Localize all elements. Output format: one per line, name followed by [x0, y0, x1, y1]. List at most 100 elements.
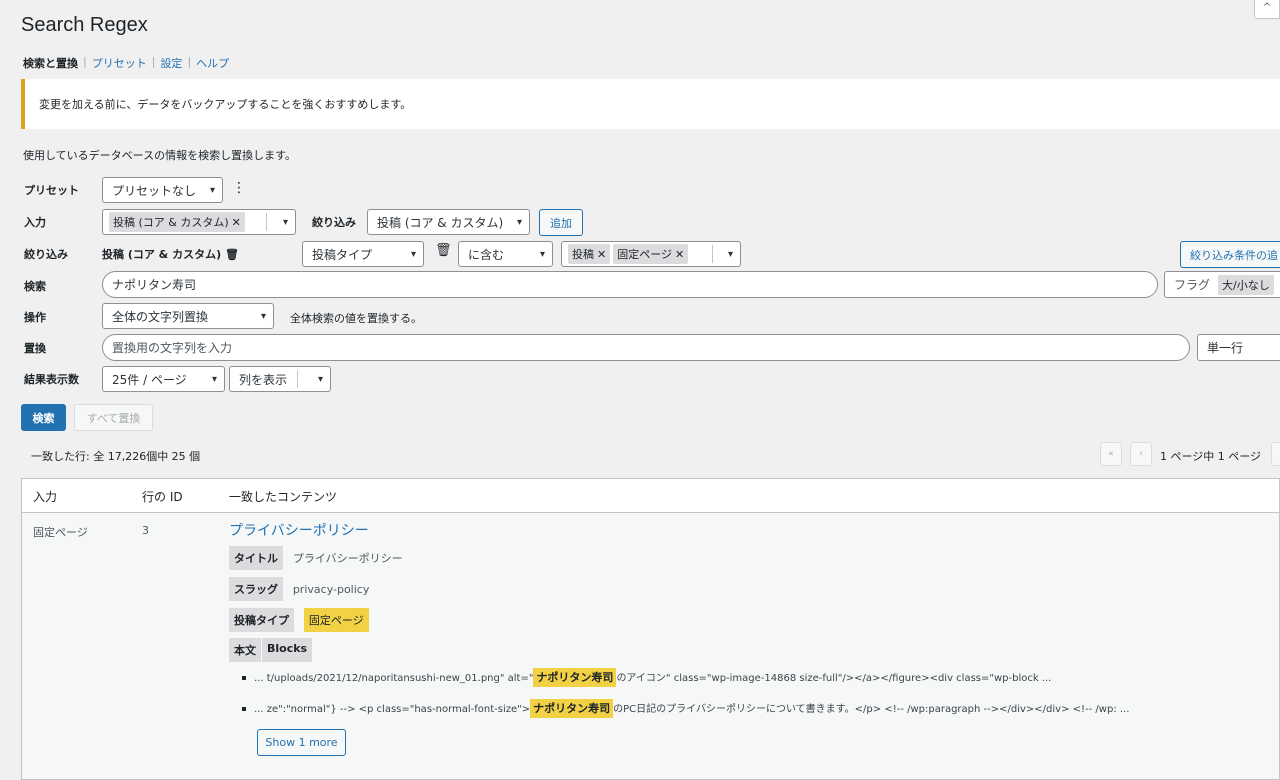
col-matched-content: 一致したコンテンツ [229, 490, 338, 504]
close-icon[interactable]: ✕ [675, 248, 684, 261]
replace-mode-select[interactable]: 単一行 [1197, 334, 1280, 361]
filter-field-select[interactable]: 投稿タイプ ▾ [302, 241, 424, 267]
results-per-page-select[interactable]: 25件 / ページ ▾ [102, 366, 225, 392]
first-page-button[interactable]: « [1100, 442, 1122, 466]
matched-text[interactable]: ナポリタン寿司 [530, 699, 614, 718]
results-per-page-value: 25件 / ページ [112, 372, 187, 387]
title-field: タイトル プライバシーポリシー [229, 546, 403, 570]
match-snippet: ... t/uploads/2021/12/naporitansushi-new… [242, 668, 1051, 687]
match-snippet: ... ze":"normal"} --> <p class="has-norm… [242, 699, 1130, 718]
prev-page-button[interactable]: ‹ [1130, 442, 1152, 466]
page-indicator: 1 ページ中 1 ページ [1160, 450, 1262, 463]
page-title: Search Regex [21, 14, 148, 36]
chevron-down-icon: ▾ [727, 249, 733, 260]
filter-source-value: 投稿 (コア & カスタム) [377, 215, 504, 230]
field-label-title: タイトル [229, 546, 283, 570]
filter-tag-post: 投稿 ✕ [568, 244, 611, 264]
select-divider [266, 213, 267, 231]
trash-icon[interactable]: 🗑 [435, 243, 452, 258]
filter-source-text: 投稿 (コア & カスタム) [102, 248, 222, 261]
slug-field: スラッグ privacy-policy [229, 577, 369, 601]
filter-field-value: 投稿タイプ [312, 247, 373, 262]
col-source: 入力 [33, 490, 58, 504]
subnav-separator: | [83, 55, 87, 68]
search-input[interactable]: ナポリタン寿司 [102, 271, 1158, 298]
flags-select[interactable]: フラグ 大/小なし [1164, 271, 1280, 298]
preset-label: プリセット [24, 184, 79, 197]
subnav-preset[interactable]: プリセット [92, 55, 147, 71]
action-select[interactable]: 全体の文字列置換 ▾ [102, 303, 274, 329]
field-label-content[interactable]: 本文 [229, 638, 261, 662]
source-tag-label: 投稿 (コア & カスタム) [113, 216, 229, 229]
preset-more-icon[interactable]: ⋮ [232, 180, 246, 196]
row-id[interactable]: 3 [142, 524, 149, 537]
close-icon[interactable]: ✕ [597, 248, 606, 261]
chevron-down-icon: ▾ [516, 217, 522, 228]
filter-operator-value: に含む [468, 247, 505, 262]
add-filter-button[interactable]: 追加 [539, 209, 583, 236]
chevron-down-icon: ▾ [539, 249, 545, 260]
field-value-title[interactable]: プライバシーポリシー [293, 552, 403, 565]
show-more-label: Show 1 more [265, 736, 338, 749]
subnav-help[interactable]: ヘルプ [196, 55, 229, 71]
flag-tag: 大/小なし [1218, 274, 1274, 295]
preset-select[interactable]: プリセットなし ▾ [102, 177, 223, 203]
source-label: 入力 [24, 216, 46, 229]
bullet-icon [242, 676, 246, 680]
search-button[interactable]: 検索 [21, 404, 66, 431]
chevron-down-icon: ▾ [260, 311, 266, 322]
flags-label: フラグ [1174, 278, 1211, 292]
filter-values-select[interactable]: 投稿 ✕ 固定ページ ✕ ▾ [561, 241, 741, 267]
close-icon[interactable]: ✕ [232, 216, 241, 229]
field-label-slug: スラッグ [229, 577, 283, 601]
field-value-post-type[interactable]: 固定ページ [303, 608, 369, 632]
results-table: 入力 行の ID 一致したコンテンツ 固定ページ 3 プライバシーポリシー タイ… [21, 478, 1280, 780]
replace-all-button[interactable]: すべて置換 [74, 404, 153, 431]
chevron-down-icon: ▾ [317, 374, 323, 385]
page-description: 使用しているデータベースの情報を検索し置換します。 [23, 149, 297, 162]
flag-tag-label: 大/小なし [1222, 278, 1270, 292]
chevron-down-icon: ▾ [410, 249, 416, 260]
filter-source-select[interactable]: 投稿 (コア & カスタム) ▾ [367, 209, 530, 235]
notice-text: 変更を加える前に、データをバックアップすることを強くおすすめします。 [39, 98, 412, 111]
field-value-slug[interactable]: privacy-policy [293, 583, 370, 596]
subnav: 検索と置換 | プリセット | 設定 | ヘルプ [23, 55, 229, 71]
select-divider [297, 370, 298, 388]
add-filter-condition-button[interactable]: 絞り込み条件の追 [1180, 241, 1280, 268]
snippet-before: ... t/uploads/2021/12/naporitansushi-new… [254, 673, 534, 684]
backup-notice: 変更を加える前に、データをバックアップすることを強くおすすめします。 [21, 79, 1280, 129]
columns-select[interactable]: 列を表示 ▾ [229, 366, 331, 392]
chevron-down-icon: ▾ [209, 185, 215, 196]
columns-value: 列を表示 [239, 372, 288, 387]
filter-source-name: 投稿 (コア & カスタム) 🗑 [102, 246, 239, 262]
subnav-settings[interactable]: 設定 [160, 55, 182, 71]
snippet-after: のPC日記のプライバシーポリシーについて書きます。</p> <!-- /wp:p… [613, 704, 1130, 715]
help-tab-toggle[interactable]: ^ [1254, 0, 1280, 19]
subnav-separator: | [151, 55, 156, 68]
snippet-before: ... ze":"normal"} --> <p class="has-norm… [254, 704, 531, 715]
match-summary: 一致した行: 全 17,226個中 25 個 [31, 450, 201, 463]
next-page-button[interactable] [1271, 442, 1280, 466]
search-button-label: 検索 [32, 411, 55, 425]
post-type-field: 投稿タイプ 固定ページ [229, 608, 369, 632]
select-divider [712, 245, 713, 263]
filter-operator-select[interactable]: に含む ▾ [458, 241, 553, 267]
row-title-link[interactable]: プライバシーポリシー [229, 520, 369, 540]
filter-tag-label: 投稿 [572, 248, 594, 261]
trash-icon[interactable]: 🗑 [225, 248, 239, 261]
source-select[interactable]: 投稿 (コア & カスタム) ✕ ▾ [102, 209, 296, 235]
search-label: 検索 [24, 280, 46, 293]
replace-input[interactable]: 置換用の文字列を入力 [102, 334, 1190, 361]
action-label: 操作 [24, 311, 46, 324]
show-more-button[interactable]: Show 1 more [257, 729, 346, 756]
action-value: 全体の文字列置換 [112, 309, 209, 324]
action-description: 全体検索の値を置換する。 [290, 312, 422, 325]
subnav-search-replace[interactable]: 検索と置換 [23, 55, 78, 71]
replace-mode-value: 単一行 [1207, 341, 1244, 355]
results-per-page-label: 結果表示数 [24, 373, 79, 386]
matched-text[interactable]: ナポリタン寿司 [533, 668, 617, 687]
replace-all-label: すべて置換 [86, 411, 141, 425]
search-input-value: ナポリタン寿司 [112, 278, 197, 292]
filter-label: 絞り込み [24, 248, 68, 261]
field-label-blocks[interactable]: Blocks [262, 638, 313, 662]
